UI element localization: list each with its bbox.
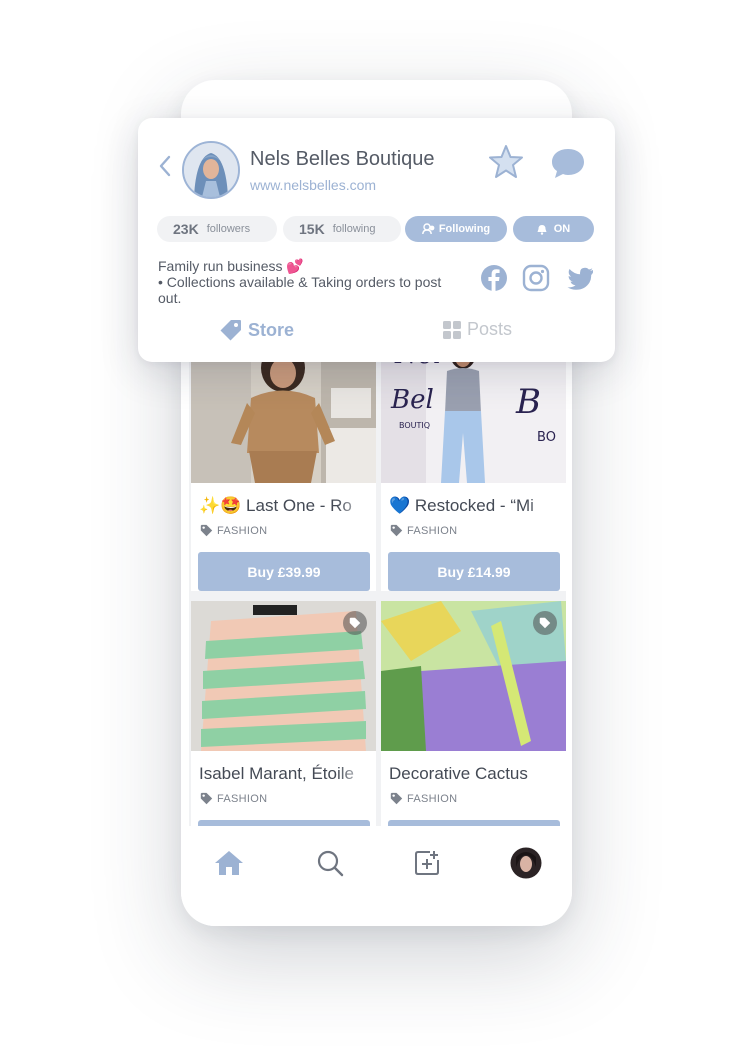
facebook-icon[interactable] [480,264,508,292]
tag-icon [200,524,213,537]
following-label: following [332,223,376,235]
product-title[interactable]: Isabel Marant, Étoile [199,764,371,784]
product-card[interactable]: Decorative Cactus FASHION [381,601,566,830]
stage: ✨🤩 Last One - Ro FASHION Buy £39.99 Nel … [0,0,753,1062]
search-icon[interactable] [313,846,347,880]
following-count[interactable]: 15K following [283,216,401,242]
grid-icon [443,320,461,339]
product-photo[interactable] [191,601,376,751]
following-button-label: Following [438,223,491,235]
notifications-toggle[interactable]: ON [513,216,594,242]
product-photo[interactable] [191,360,376,483]
tab-posts-label: Posts [467,319,513,339]
product-title[interactable]: Decorative Cactus [389,764,561,784]
star-favorite-icon[interactable] [488,144,524,180]
tag-icon [390,792,403,805]
bio-line: Family run business 💕 [158,258,304,274]
product-title[interactable]: 💙 Restocked - “Mi [389,496,561,516]
twitter-icon[interactable] [566,264,594,292]
category-label: FASHION [217,524,268,537]
bio-line: • Collections available & Taking orders … [158,274,442,290]
product-title[interactable]: ✨🤩 Last One - Ro [199,496,371,516]
shop-avatar[interactable] [182,141,240,199]
instagram-icon[interactable] [522,264,550,292]
product-photo[interactable] [381,601,566,751]
bell-icon [537,224,547,235]
category-label: FASHION [407,524,458,537]
product-category: FASHION [200,524,267,537]
tag-icon [200,792,213,805]
shop-name: Nels Belles Boutique [250,148,435,170]
tab-store-label: Store [248,319,295,340]
category-label: FASHION [407,792,458,805]
svg-text:B: B [515,382,541,422]
shop-bio: Family run business 💕 • Collections avai… [158,258,478,304]
tab-store[interactable]: Store [220,319,294,341]
notifications-label: ON [553,223,571,235]
chat-bubble-icon[interactable] [550,146,586,180]
category-label: FASHION [217,792,268,805]
buy-button[interactable]: Buy £39.99 [198,552,370,591]
home-icon[interactable] [212,846,246,880]
tag-icon [390,524,403,537]
product-category: FASHION [390,792,457,805]
product-feed[interactable]: ✨🤩 Last One - Ro FASHION Buy £39.99 Nel … [189,360,566,830]
price-tag-icon [220,320,241,341]
product-category: FASHION [390,524,457,537]
followers-label: followers [206,223,251,235]
following-button[interactable]: Following [405,216,507,242]
followers-number: 23K [173,221,199,237]
followers-count[interactable]: 23K followers [157,216,277,242]
svg-text:BO: BO [537,430,556,445]
following-icon [421,223,435,235]
profile-header: Nels Belles Boutique www.nelsbelles.com … [138,118,615,362]
svg-text:BOUTIQ: BOUTIQ [399,421,430,430]
svg-text:Bel: Bel [390,385,434,415]
shop-url-link[interactable]: www.nelsbelles.com [250,177,376,193]
product-category: FASHION [200,792,267,805]
product-photo[interactable]: Nel Bel BOUTIQ B BO [381,360,566,483]
bio-line: out. [158,290,182,304]
following-number: 15K [299,221,325,237]
profile-avatar[interactable] [509,846,543,880]
tab-posts[interactable]: Posts [443,319,512,340]
tag-badge-icon [533,611,557,635]
product-card[interactable]: ✨🤩 Last One - Ro FASHION Buy £39.99 [191,360,376,591]
product-card[interactable]: Nel Bel BOUTIQ B BO 💙 Restocked - “Mi FA… [381,360,566,591]
bottom-tab-bar [181,826,572,926]
tag-badge-icon [343,611,367,635]
back-chevron-icon[interactable] [157,154,173,178]
buy-button[interactable]: Buy £14.99 [388,552,560,591]
add-post-icon[interactable] [410,846,444,880]
product-card[interactable]: Isabel Marant, Étoile FASHION [191,601,376,830]
